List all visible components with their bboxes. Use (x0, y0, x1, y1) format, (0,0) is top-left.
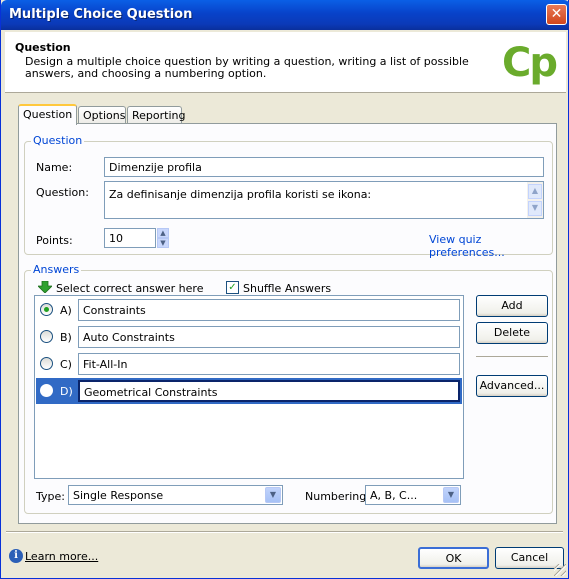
header-description: Design a multiple choice question by wri… (25, 55, 469, 80)
select-correct-hint: Select correct answer here (56, 282, 204, 295)
tab-reporting[interactable]: Reporting (127, 106, 185, 124)
numbering-select[interactable]: A, B, C... ▼ (365, 485, 461, 505)
scroll-up-icon[interactable]: ▲ (528, 184, 542, 199)
answers-group-legend: Answers (31, 263, 82, 276)
spin-up-icon[interactable]: ▲ (157, 228, 169, 238)
learn-more-link[interactable]: Learn more... (25, 550, 98, 563)
green-down-arrow-icon (38, 281, 52, 293)
points-field[interactable]: 10 (104, 228, 156, 248)
footer-divider (6, 531, 563, 533)
answer-row-b[interactable]: B) Auto Constraints (36, 324, 462, 350)
question-group: Question Name: Dimenzije profila Questio… (24, 134, 553, 259)
answer-d-letter: D) (60, 385, 73, 398)
answer-a-field[interactable]: Constraints (78, 299, 460, 321)
spin-down-icon[interactable]: ▼ (157, 238, 169, 248)
shuffle-checkbox[interactable]: ✓ (226, 281, 239, 294)
answer-c-radio[interactable] (40, 357, 53, 370)
type-select-value: Single Response (73, 489, 164, 502)
window-title: Multiple Choice Question (9, 7, 193, 22)
answer-a-letter: A) (60, 304, 72, 317)
header-title: Question (15, 41, 71, 54)
captivate-logo: Cp (502, 40, 558, 86)
resize-grip-icon[interactable] (554, 564, 566, 576)
answer-c-letter: C) (60, 358, 72, 371)
question-textarea[interactable]: Za definisanje dimenzija profila koristi… (104, 181, 544, 219)
answer-c-field[interactable]: Fit-All-In (78, 353, 460, 375)
answer-b-radio[interactable] (40, 330, 53, 343)
type-dropdown-icon[interactable]: ▼ (265, 487, 281, 503)
name-field[interactable]: Dimenzije profila (104, 157, 544, 177)
answer-d-radio[interactable] (40, 384, 53, 397)
answer-d-field[interactable]: Geometrical Constraints (78, 380, 460, 402)
answer-b-field[interactable]: Auto Constraints (78, 326, 460, 348)
title-bar[interactable]: Multiple Choice Question ✕ (1, 0, 569, 30)
dialog-header: Question Design a multiple choice questi… (5, 32, 566, 93)
type-select[interactable]: Single Response ▼ (68, 485, 283, 505)
points-label: Points: (36, 234, 73, 247)
answers-group: Answers Select correct answer here ✓ Shu… (24, 263, 553, 514)
tab-options[interactable]: Options (78, 106, 126, 124)
answer-row-d[interactable]: D) Geometrical Constraints (36, 378, 462, 404)
type-label: Type: (36, 490, 65, 503)
button-divider (476, 356, 548, 357)
question-group-legend: Question (31, 134, 85, 147)
dialog-window: Multiple Choice Question ✕ Question Desi… (0, 0, 569, 579)
question-label: Question: (36, 186, 89, 199)
answer-row-a[interactable]: A) Constraints (36, 297, 462, 323)
numbering-select-value: A, B, C... (370, 489, 418, 502)
ok-button[interactable]: OK (418, 547, 489, 569)
name-label: Name: (36, 161, 73, 174)
answer-row-c[interactable]: C) Fit-All-In (36, 351, 462, 377)
add-answer-button[interactable]: Add (476, 295, 548, 317)
numbering-label: Numbering: (305, 490, 370, 503)
tab-question[interactable]: Question (18, 104, 77, 125)
answer-b-letter: B) (60, 331, 72, 344)
numbering-dropdown-icon[interactable]: ▼ (443, 487, 459, 503)
scroll-down-icon[interactable]: ▼ (528, 201, 542, 216)
close-button[interactable]: ✕ (546, 4, 567, 25)
view-quiz-preferences-link[interactable]: View quiz preferences... (429, 233, 552, 259)
info-icon: i (9, 549, 23, 563)
shuffle-label: Shuffle Answers (243, 282, 332, 295)
question-text: Za definisanje dimenzija profila koristi… (109, 188, 372, 201)
answers-list: A) Constraints B) Auto Constraints C) Fi… (34, 295, 464, 479)
points-spinner[interactable]: ▲ ▼ (157, 228, 169, 248)
delete-answer-button[interactable]: Delete (476, 322, 548, 344)
question-tab-panel: Question Name: Dimenzije profila Questio… (18, 123, 557, 524)
answer-a-radio[interactable] (40, 303, 53, 316)
question-scrollbar[interactable]: ▲ ▼ (527, 182, 543, 218)
advanced-button[interactable]: Advanced... (476, 375, 548, 397)
